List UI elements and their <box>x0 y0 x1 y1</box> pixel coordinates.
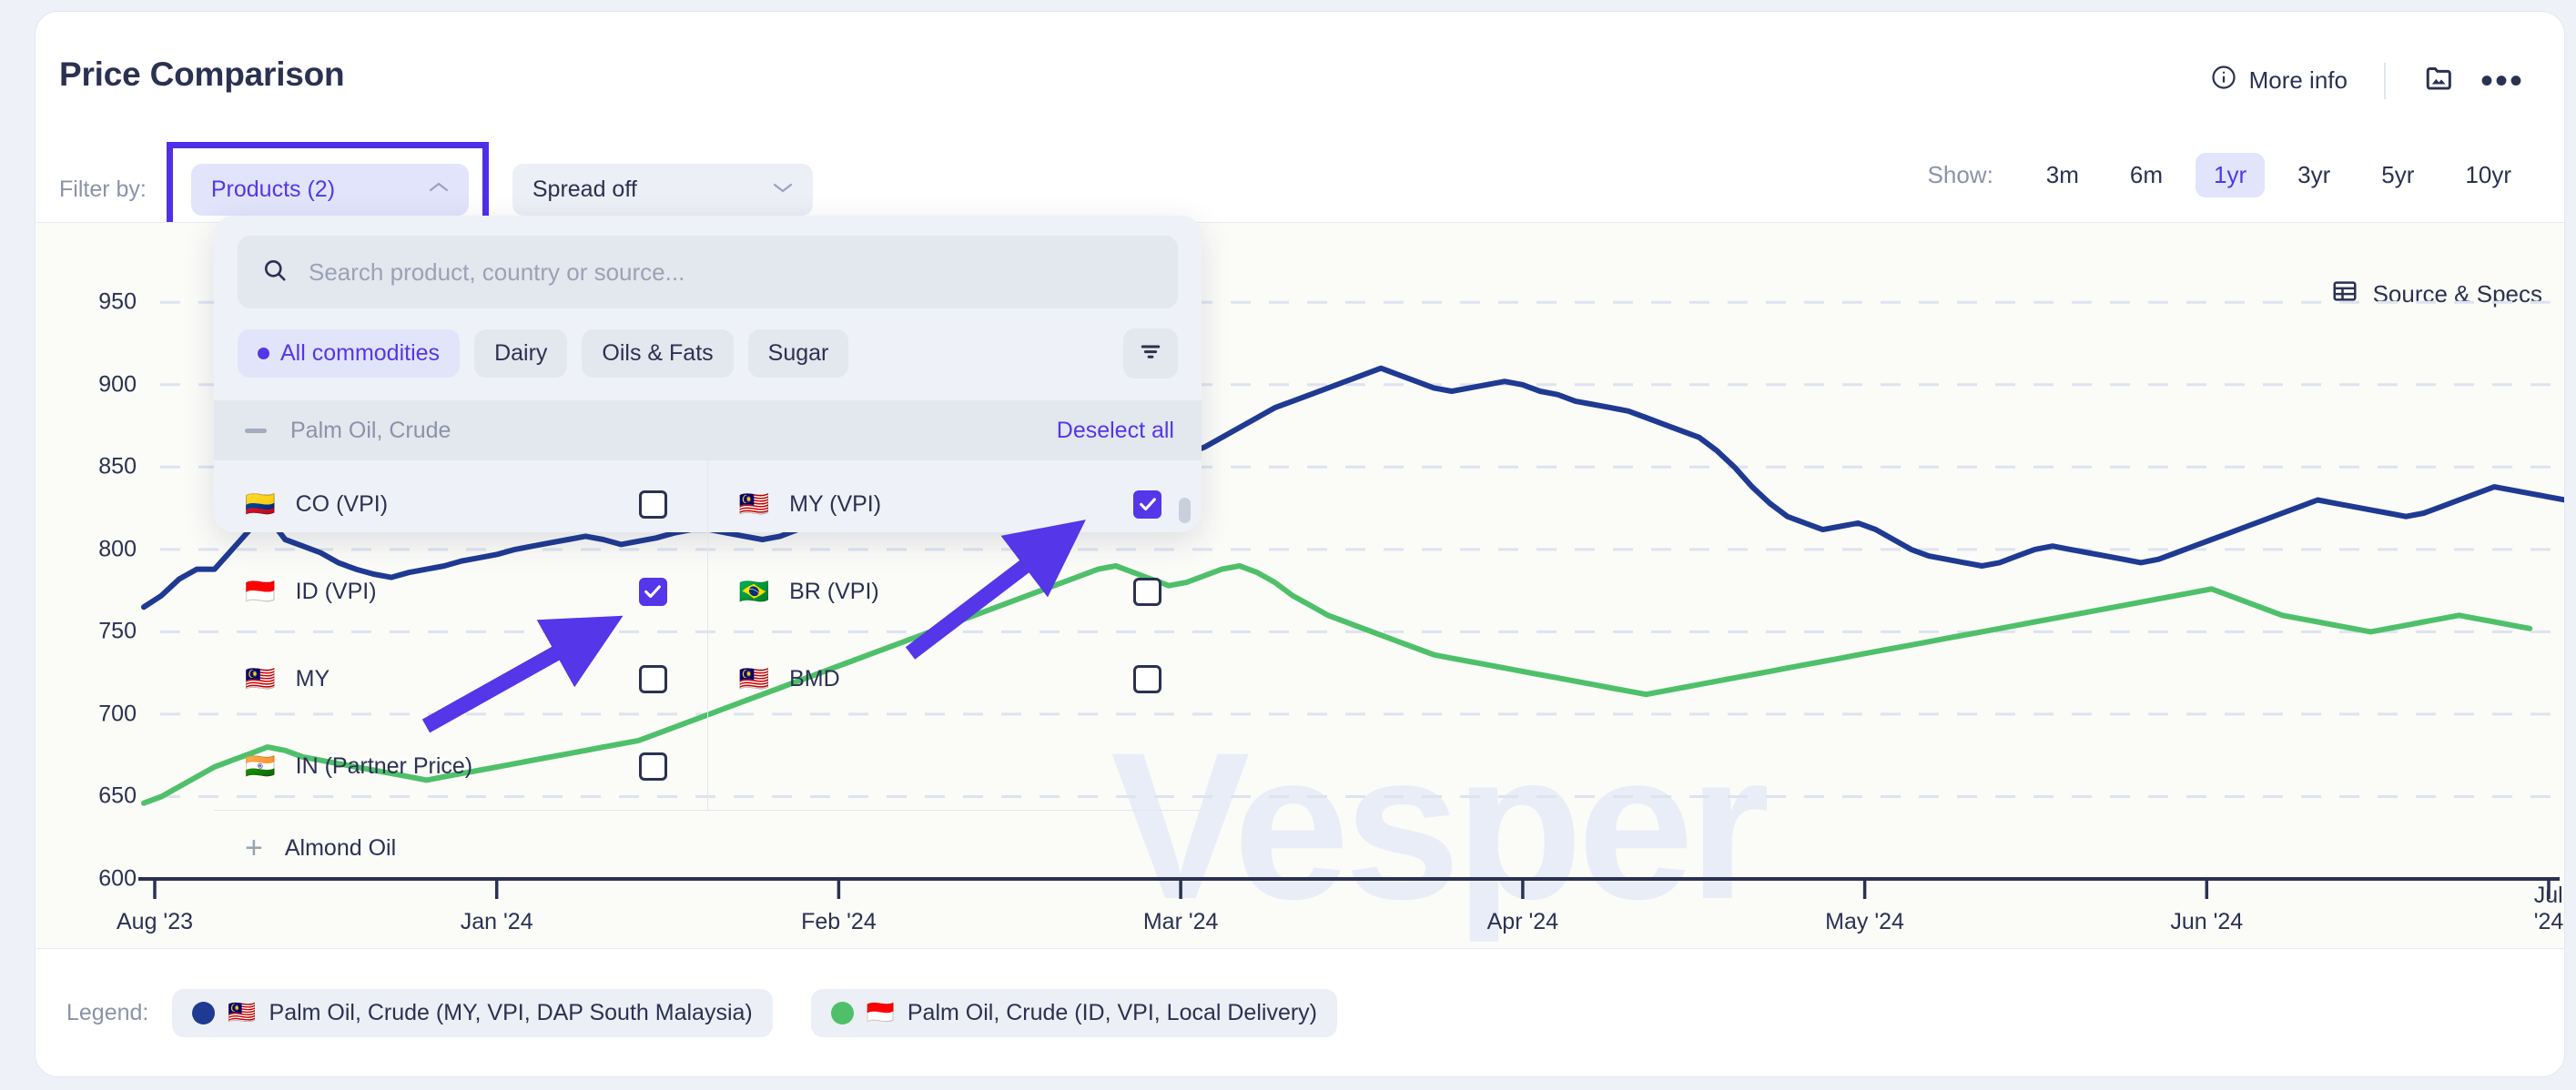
range-6m[interactable]: 6m <box>2112 153 2181 197</box>
filter-icon <box>1137 338 1164 369</box>
list-item[interactable]: 🇲🇾 BMD <box>708 635 1202 722</box>
checkbox-br-vpi[interactable] <box>1133 577 1161 606</box>
products-dropdown-panel: All commodities Dairy Oils & Fats Sugar <box>214 216 1202 863</box>
legend-flag-icon: 🇲🇾 <box>228 999 257 1025</box>
plus-icon: + <box>245 831 263 865</box>
minus-icon <box>245 428 267 433</box>
product-column-right: 🇲🇾 MY (VPI) 🇧🇷 BR (VPI) 🇲🇾 BMD <box>708 460 1202 810</box>
x-tick-label: Jun '24 <box>2170 909 2244 934</box>
x-tick-label: May '24 <box>1825 909 1904 934</box>
spread-select-label: Spread off <box>532 177 637 202</box>
list-item[interactable]: 🇧🇷 BR (VPI) <box>708 548 1202 635</box>
product-items-grid: 🇨🇴 CO (VPI) 🇮🇩 ID (VPI) 🇲🇾 MY 🇮🇳 IN (Par… <box>214 460 1202 811</box>
flag-icon: 🇮🇳 <box>245 752 276 780</box>
list-item-label: BMD <box>789 665 840 691</box>
info-circle-icon <box>2210 64 2237 97</box>
header-actions: More info ••• <box>2199 57 2537 104</box>
add-product-almond-oil[interactable]: + Almond Oil <box>214 811 1202 885</box>
checkbox-bmd[interactable] <box>1133 664 1161 693</box>
product-column-left: 🇨🇴 CO (VPI) 🇮🇩 ID (VPI) 🇲🇾 MY 🇮🇳 IN (Par… <box>214 460 708 810</box>
chevron-up-icon <box>427 180 451 200</box>
checkbox-in-partner-price[interactable] <box>638 752 667 781</box>
more-info-label: More info <box>2248 66 2348 94</box>
x-tick-label: Apr '24 <box>1486 909 1559 934</box>
app-root: Price Comparison More info ••• Filter by… <box>0 0 2576 1090</box>
legend-item-green[interactable]: 🇮🇩 Palm Oil, Crude (ID, VPI, Local Deliv… <box>810 988 1337 1037</box>
list-item-label: CO (VPI) <box>295 490 389 517</box>
image-folder-icon <box>2424 63 2455 98</box>
flag-icon: 🇲🇾 <box>738 490 770 518</box>
legend-item-label: Palm Oil, Crude (MY, VPI, DAP South Mala… <box>269 999 753 1025</box>
range-1yr[interactable]: 1yr <box>2196 153 2266 197</box>
list-item[interactable]: 🇲🇾 MY (VPI) <box>708 460 1202 548</box>
flag-icon: 🇮🇩 <box>245 578 276 605</box>
x-tick-label: Jan '24 <box>460 909 533 934</box>
flag-icon: 🇧🇷 <box>738 578 770 605</box>
range-selector: Show: 3m 6m 1yr 3yr 5yr 10yr <box>1928 153 2537 197</box>
products-select[interactable]: Products (2) <box>190 164 469 216</box>
search-icon <box>261 257 289 288</box>
x-axis: Aug '23 Jan '24 Feb '24 Mar '24 Apr '24 May '… <box>36 875 2564 948</box>
more-info-button[interactable]: More info <box>2199 58 2358 103</box>
range-3yr[interactable]: 3yr <box>2279 153 2348 197</box>
list-item-label: MY (VPI) <box>789 490 882 517</box>
legend-item-label: Palm Oil, Crude (ID, VPI, Local Delivery… <box>907 999 1317 1025</box>
x-tick-label: Mar '24 <box>1142 909 1219 934</box>
list-item-label: MY <box>295 665 330 691</box>
flag-icon: 🇲🇾 <box>245 665 276 692</box>
legend-item-blue[interactable]: 🇲🇾 Palm Oil, Crude (MY, VPI, DAP South M… <box>172 988 773 1037</box>
add-product-label: Almond Oil <box>284 834 397 861</box>
x-tick-label: Aug '23 <box>116 909 194 934</box>
checkbox-id-vpi[interactable] <box>638 577 667 606</box>
search-field[interactable] <box>238 236 1178 308</box>
show-label: Show: <box>1927 161 1993 188</box>
tab-oils-fats[interactable]: Oils & Fats <box>582 329 734 378</box>
list-item[interactable]: 🇮🇳 IN (Partner Price) <box>214 722 707 810</box>
panel-scrollbar[interactable] <box>1179 498 1191 523</box>
checkbox-my[interactable] <box>638 664 667 693</box>
list-item[interactable]: 🇲🇾 MY <box>214 635 707 722</box>
legend-color-swatch <box>830 1001 854 1024</box>
legend-flag-icon: 🇮🇩 <box>866 999 895 1025</box>
products-select-label: Products (2) <box>210 177 336 202</box>
legend-label: Legend: <box>66 999 149 1025</box>
header-divider <box>2383 62 2386 99</box>
tab-sugar[interactable]: Sugar <box>747 329 849 378</box>
filter-options-button[interactable] <box>1123 328 1178 378</box>
flag-icon: 🇲🇾 <box>738 665 770 692</box>
deselect-all-button[interactable]: Deselect all <box>1057 418 1174 444</box>
tab-label: All commodities <box>280 340 441 366</box>
x-tick-label: Feb '24 <box>801 909 877 934</box>
list-item-label: IN (Partner Price) <box>295 752 473 779</box>
legend-color-swatch <box>192 1001 216 1024</box>
commodity-tabs: All commodities Dairy Oils & Fats Sugar <box>238 328 1178 378</box>
image-folder-icon-button[interactable] <box>2411 57 2468 104</box>
price-comparison-card: Price Comparison More info ••• Filter by… <box>35 11 2565 1077</box>
product-group-name: Palm Oil, Crude <box>290 417 451 443</box>
ellipsis-icon: ••• <box>2480 60 2524 101</box>
list-item-label: ID (VPI) <box>295 578 377 604</box>
checkbox-my-vpi[interactable] <box>1133 489 1161 519</box>
chart-legend: Legend: 🇲🇾 Palm Oil, Crude (MY, VPI, DAP… <box>35 949 2564 1076</box>
active-dot-icon <box>258 348 269 359</box>
range-3m[interactable]: 3m <box>2028 153 2097 197</box>
list-item[interactable]: 🇮🇩 ID (VPI) <box>214 548 707 635</box>
page-title: Price Comparison <box>59 56 345 93</box>
list-item[interactable]: 🇨🇴 CO (VPI) <box>214 460 707 548</box>
search-input[interactable] <box>309 257 1154 287</box>
filter-by-label: Filter by: <box>59 177 147 202</box>
range-5yr[interactable]: 5yr <box>2363 153 2432 197</box>
list-item-empty <box>708 722 1202 810</box>
product-group-header[interactable]: Palm Oil, Crude Deselect all <box>214 400 1202 460</box>
tab-dairy[interactable]: Dairy <box>474 329 568 378</box>
x-tick-label: Jul '24 <box>2533 883 2564 934</box>
range-10yr[interactable]: 10yr <box>2447 153 2530 197</box>
spread-select[interactable]: Spread off <box>512 164 813 216</box>
list-item-label: BR (VPI) <box>789 578 879 604</box>
tab-all-commodities[interactable]: All commodities <box>238 329 461 378</box>
overflow-menu-button[interactable]: ••• <box>2468 60 2537 101</box>
chevron-down-icon <box>771 180 795 200</box>
flag-icon: 🇨🇴 <box>245 490 276 518</box>
checkbox-co-vpi[interactable] <box>638 489 667 519</box>
